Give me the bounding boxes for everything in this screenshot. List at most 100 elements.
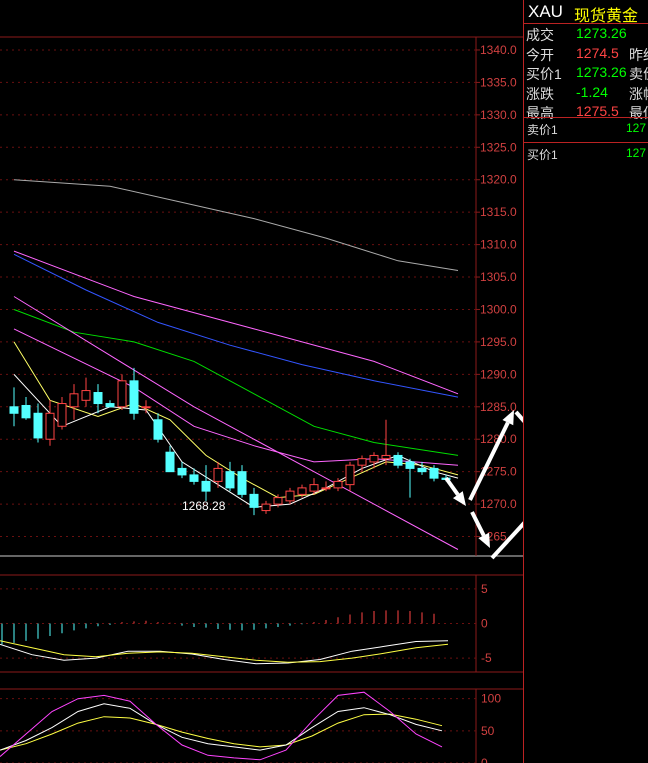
candle — [81, 377, 91, 407]
y-tick-label: 1340.0 — [480, 43, 517, 57]
chart-area: 1340.0 1335.0 1330.0 1325.0 1320.0 1315.0 1310… — [0, 36, 523, 763]
candle-body — [357, 458, 367, 466]
bid-value: 127 — [626, 146, 647, 160]
quote-label-secondary: 昨结 — [629, 46, 648, 63]
price-panel: 1340.0 1335.0 1330.0 1325.0 1320.0 1315.0 1310… — [0, 36, 523, 557]
candle — [153, 413, 163, 443]
arrow — [444, 476, 466, 506]
moving-average-line — [13, 374, 459, 508]
candle-body — [417, 467, 427, 473]
candle — [165, 445, 175, 473]
candle — [237, 465, 247, 498]
ask-row: 卖价1 127 — [524, 121, 648, 139]
quote-panel: XAU 现货黄金 成交1273.26今开1274.5昨结买价11273.26卖价… — [523, 0, 648, 763]
arrow-shaft — [514, 410, 523, 423]
quote-value: 1274.5 — [576, 44, 619, 61]
quote-label: 涨跌 — [526, 85, 554, 102]
candle-body — [57, 403, 67, 427]
candle — [357, 455, 367, 472]
candle — [405, 458, 415, 498]
candle — [45, 400, 55, 446]
quote-value: 1273.26 — [576, 64, 627, 80]
y-tick-label: 1315.0 — [480, 205, 517, 219]
candle — [225, 461, 235, 492]
ask-value: 127 — [626, 121, 647, 135]
arrow-shaft — [470, 511, 486, 537]
y-tick-label: 1325.0 — [480, 140, 517, 154]
quote-row: 最高1275.5最低 — [524, 103, 648, 122]
divider — [524, 117, 648, 118]
low-annotation: 1268.28 — [182, 499, 226, 513]
candle-body — [213, 467, 223, 482]
y-tick-label: 1305.0 — [480, 270, 517, 284]
quote-row: 成交 1273.26 — [524, 25, 648, 44]
y-tick-label: 1270.0 — [480, 497, 517, 511]
candle — [417, 461, 427, 475]
candle — [21, 397, 31, 420]
y-tick-label: 100 — [481, 692, 501, 706]
kdj-j-line — [0, 691, 443, 761]
ask-label: 卖价1 — [527, 123, 558, 137]
candle-body — [177, 467, 187, 476]
candle-body — [345, 464, 355, 486]
quote-label: 成交 — [526, 27, 554, 43]
candle-body — [297, 487, 307, 495]
candle-body — [153, 419, 163, 440]
candle — [141, 400, 151, 414]
candle — [261, 500, 271, 514]
candle-body — [321, 487, 331, 490]
candle — [381, 419, 391, 466]
candle — [345, 461, 355, 492]
candle — [285, 487, 295, 505]
candle-body — [129, 380, 139, 414]
bid-label: 买价1 — [527, 148, 558, 162]
candle-body — [33, 412, 43, 439]
candle-body — [273, 497, 283, 505]
candle-body — [201, 480, 211, 492]
arrow — [490, 521, 523, 560]
candle-body — [105, 403, 115, 408]
y-tick-label: 1290.0 — [480, 367, 517, 381]
quote-row: 今开 1274.5 昨结 — [524, 45, 648, 64]
quote-label-secondary: 卖价 — [629, 66, 648, 82]
macd-panel: 5 0 -5 — [0, 574, 523, 673]
candle-body — [309, 484, 319, 492]
quote-value: 1273.26 — [576, 25, 627, 41]
candle — [57, 397, 67, 430]
candle-body — [333, 480, 343, 489]
macd-dif-line — [0, 640, 449, 665]
y-tick-label: 5 — [481, 582, 488, 596]
y-tick-label: 1320.0 — [480, 173, 517, 187]
candle-body — [393, 454, 403, 466]
candle-body — [189, 474, 199, 482]
candle-body — [45, 412, 55, 440]
candle-body — [93, 392, 103, 405]
arrow — [468, 410, 514, 501]
candle — [93, 384, 103, 414]
moving-average-line — [13, 250, 459, 395]
candle-body — [225, 471, 235, 489]
moving-average-line — [13, 179, 459, 271]
kdj-d-line — [0, 713, 443, 751]
candle — [249, 487, 259, 516]
kdj-k-line — [0, 703, 443, 751]
quote-header: XAU 现货黄金 — [524, 0, 648, 25]
candle — [105, 400, 115, 408]
candle-body — [9, 406, 19, 414]
moving-average-line — [13, 253, 459, 398]
candle — [393, 452, 403, 469]
y-tick-label: 1310.0 — [480, 238, 517, 252]
candle-body — [21, 404, 31, 419]
candle-body — [405, 461, 415, 469]
candle — [201, 465, 211, 501]
quote-label-secondary: 涨幅 — [629, 85, 648, 102]
moving-average-line — [13, 296, 459, 550]
candle — [69, 384, 79, 420]
moving-average-line — [13, 309, 459, 456]
quote-label-secondary: 最低 — [629, 105, 648, 121]
candle-body — [429, 467, 439, 479]
kdj-panel: 100 50 0 — [0, 688, 523, 763]
quote-row: 买价1 1273.26卖价 — [524, 64, 648, 83]
candle-body — [69, 393, 79, 408]
y-tick-label: -5 — [481, 651, 492, 665]
